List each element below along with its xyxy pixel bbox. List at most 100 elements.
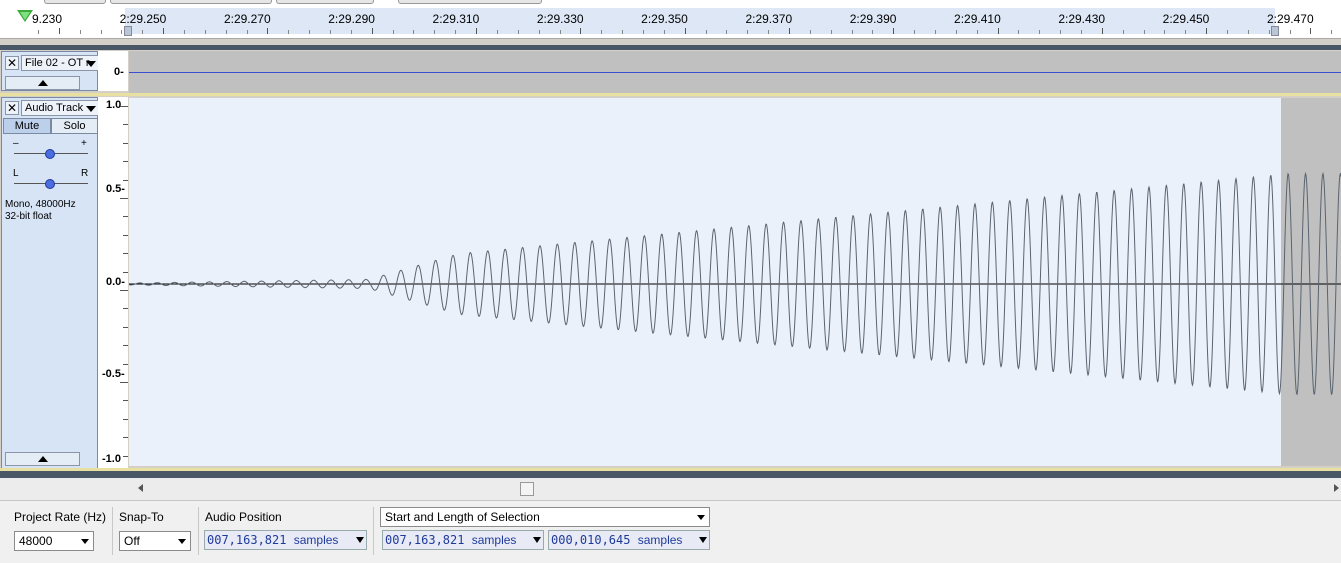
ruler-tick [309, 30, 311, 34]
amplitude-tick [123, 400, 128, 402]
ruler-tick [434, 30, 436, 34]
ruler-tick [622, 30, 624, 34]
ruler-time-label: 2:29.350 [641, 12, 688, 26]
ruler-tick [684, 28, 686, 34]
selection-mode-select[interactable]: Start and Length of Selection [380, 507, 710, 527]
ruler-tick [413, 30, 415, 34]
ruler-tick [601, 30, 603, 34]
toolbar-separator [198, 507, 199, 555]
snap-to-select[interactable]: Off [119, 531, 191, 551]
label-track-line [129, 72, 1341, 73]
amplitude-tick [123, 345, 128, 347]
horizontal-scrollbar[interactable] [0, 478, 1341, 500]
amplitude-tick [120, 198, 128, 199]
track-rate-info: Mono, 48000Hz [5, 199, 76, 210]
gain-slider-thumb[interactable] [45, 149, 55, 159]
amplitude-tick [123, 234, 128, 236]
pan-slider-thumb[interactable] [45, 179, 55, 189]
ruler-tick [1206, 28, 1208, 34]
ruler-tick [705, 30, 707, 34]
ruler-time-label: 2:29.270 [223, 12, 271, 26]
ruler-tick [1039, 30, 1041, 34]
selection-end-handle[interactable] [1271, 26, 1279, 36]
ruler-tick [997, 28, 999, 34]
amplitude-tick [123, 142, 128, 144]
ruler-time-label: 2:29.390 [849, 12, 897, 26]
chevron-down-icon [699, 537, 707, 543]
collapse-track-button[interactable] [5, 76, 80, 90]
snap-to-label: Snap-To [119, 510, 164, 524]
audio-position-value: 007,163,821 [207, 533, 287, 547]
ruler-tick [184, 30, 186, 34]
ruler-tick [538, 30, 540, 34]
ruler-time-label: 2:29.430 [1058, 12, 1106, 26]
amplitude-tick [120, 382, 128, 383]
ruler-time-label: 2:29.370 [745, 12, 793, 26]
ruler-time-label: 2:29.330 [536, 12, 584, 26]
track-format-detail: 32-bit float [5, 211, 52, 222]
ruler-tick [788, 28, 790, 34]
audio-position-unit: samples [293, 533, 339, 547]
selection-length-time-control[interactable]: 000,010,645 samples [548, 530, 710, 550]
ruler-tick [330, 30, 332, 34]
ruler-time-label: 2:29.250 [119, 12, 167, 26]
timeline-ruler[interactable]: 9.230 2:29.250 2:29.270 2:29.290 2:29.310 2:… [0, 0, 1341, 39]
ruler-tick [225, 30, 227, 34]
amplitude-label-bottom: -1.0 [102, 453, 121, 465]
close-track-button[interactable]: ✕ [5, 101, 19, 115]
ruler-tick [79, 30, 81, 34]
ruler-tick [726, 30, 728, 34]
play-head-highlight [20, 12, 30, 20]
project-rate-label: Project Rate (Hz) [14, 510, 107, 524]
amplitude-tick [123, 216, 128, 218]
amplitude-tick [123, 437, 128, 439]
ruler-tick [1268, 30, 1270, 34]
ruler-tick [204, 30, 206, 34]
ruler-tick [38, 30, 39, 34]
amplitude-tick [123, 326, 128, 328]
project-rate-select[interactable]: 48000 [14, 531, 94, 551]
chevron-down-icon [86, 61, 96, 67]
label-track-ruler: 0- [98, 51, 128, 91]
track-name-label: File 02 - OT r [25, 57, 90, 69]
close-track-button[interactable]: ✕ [5, 56, 19, 70]
scroll-right-icon[interactable] [1334, 484, 1339, 492]
selection-mode-value: Start and Length of Selection [385, 510, 540, 524]
chevron-down-icon [81, 539, 89, 544]
toolbar-edge-tab [44, 0, 106, 4]
collapse-track-button[interactable] [5, 452, 80, 466]
ruler-tick [1101, 28, 1103, 34]
ruler-tick [163, 28, 165, 34]
solo-button[interactable]: Solo [51, 118, 98, 134]
ruler-tick [288, 30, 290, 34]
chevron-down-icon [86, 106, 96, 112]
ruler-first-label: 9.230 [32, 12, 63, 26]
ruler-tick [58, 28, 60, 34]
ruler-tick [893, 28, 895, 34]
ruler-tick [747, 30, 749, 34]
selection-start-time-control[interactable]: 007,163,821 samples [382, 530, 544, 550]
track-name-menu[interactable]: File 02 - OT r [21, 55, 99, 71]
amplitude-tick [123, 253, 128, 255]
mute-button[interactable]: Mute [3, 118, 51, 134]
scroll-thumb[interactable] [520, 482, 534, 496]
scroll-left-icon[interactable] [138, 484, 143, 492]
label-track-area[interactable] [129, 51, 1341, 93]
amplitude-ruler: 1.0 0.5- 0.0- -0.5- -1.0 [98, 97, 128, 475]
selection-length-unit: samples [637, 533, 683, 547]
ruler-tick [830, 30, 832, 34]
track-name-menu[interactable]: Audio Track [21, 100, 99, 116]
ruler-tick [642, 30, 644, 34]
amplitude-tick [123, 124, 128, 126]
selection-start-handle[interactable] [124, 26, 132, 36]
ruler-tick [1331, 30, 1333, 34]
ruler-tick [350, 30, 352, 34]
ruler-time-label: 2:29.470 [1266, 12, 1314, 26]
audio-position-time-control[interactable]: 007,163,821 samples [204, 530, 367, 550]
ruler-time-label: 2:29.310 [432, 12, 480, 26]
ruler-tick [914, 30, 916, 34]
audio-track-controls: ✕ Audio Track Mute Solo – + L R Mono, 48… [1, 97, 99, 469]
toolbar-separator [112, 507, 113, 555]
ruler-tick [768, 30, 770, 34]
toolbar-edge-tab [110, 0, 272, 4]
